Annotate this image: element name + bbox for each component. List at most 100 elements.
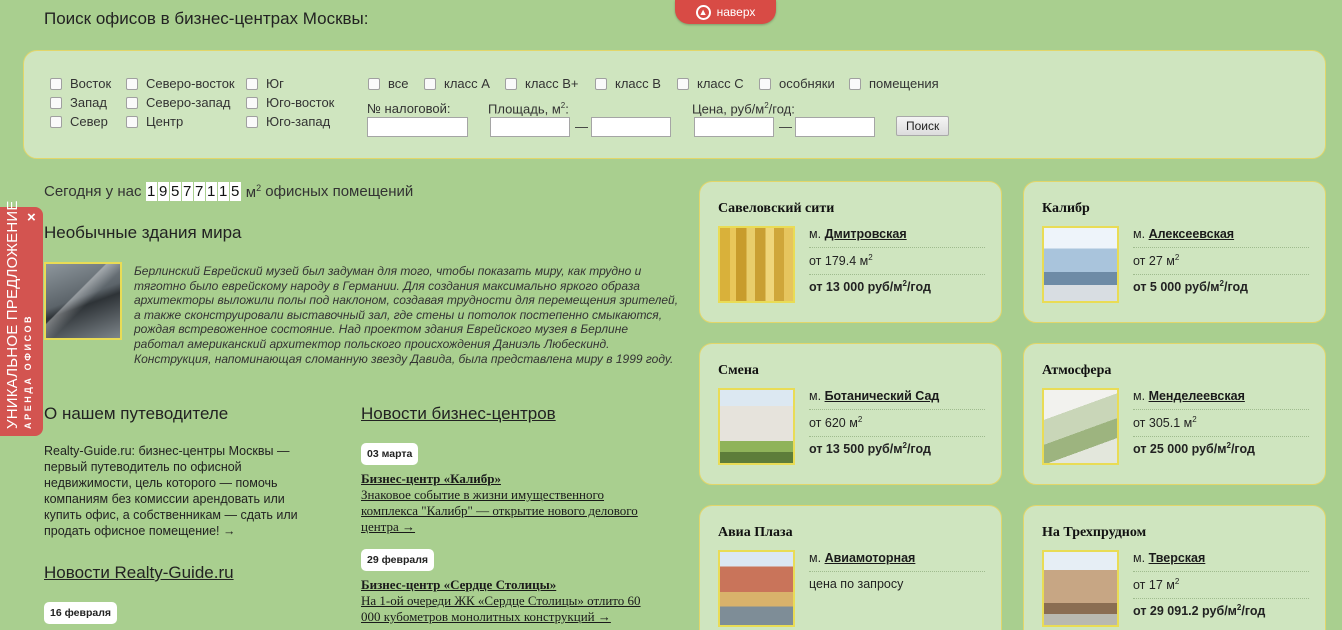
district-yugo-zapad-checkbox[interactable]: Юго-запад (246, 114, 330, 129)
office-area-row: от 620 м2 (809, 415, 985, 438)
office-photo[interactable] (1042, 388, 1119, 465)
office-area-row: от 305.1 м2 (1133, 415, 1309, 438)
checkbox-box[interactable] (126, 115, 138, 128)
class-b-checkbox[interactable]: класс В (595, 76, 661, 91)
office-photo[interactable] (1042, 550, 1119, 627)
class-bplus-checkbox[interactable]: класс В+ (505, 76, 579, 91)
checkbox-box[interactable] (246, 77, 258, 90)
checkbox-box[interactable] (246, 115, 258, 128)
price-label: Цена, руб/м2/год: (692, 101, 795, 117)
side-offer-subtitle: АРЕНДА ОФИСОВ (23, 313, 33, 429)
news-body-link[interactable]: Знаковое событие в жизни имущественного … (361, 487, 661, 535)
price-to-input[interactable] (795, 117, 875, 137)
checkbox-box[interactable] (677, 77, 689, 90)
mansions-checkbox[interactable]: особняки (759, 76, 835, 91)
class-a-checkbox[interactable]: класс А (424, 76, 490, 91)
unusual-buildings-heading: Необычные здания мира (44, 223, 242, 242)
office-card[interactable]: Савеловский сити м. Дмитровская от 179.4… (699, 181, 1002, 323)
office-price-row: от 13 000 руб/м2/год (809, 279, 931, 295)
checkbox-box[interactable] (50, 96, 62, 109)
metro-link[interactable]: Менделеевская (1149, 389, 1245, 403)
checkbox-box[interactable] (595, 77, 607, 90)
office-card[interactable]: Атмосфера м. Менделеевская от 305.1 м2 о… (1023, 343, 1326, 485)
class-c-checkbox[interactable]: класс С (677, 76, 744, 91)
news-body-link[interactable]: На 1-ой очереди ЖК «Сердце Столицы» отли… (361, 593, 661, 625)
office-name[interactable]: Смена (718, 363, 759, 379)
office-metro-row: м. Ботанический Сад (809, 389, 985, 410)
metro-link[interactable]: Алексеевская (1149, 227, 1235, 241)
district-sever-checkbox[interactable]: Север (50, 114, 108, 129)
area-from-input[interactable] (490, 117, 570, 137)
office-card[interactable]: Смена м. Ботанический Сад от 620 м2 от 1… (699, 343, 1002, 485)
office-price-row: от 29 091.2 руб/м2/год (1133, 603, 1266, 619)
news-title-link[interactable]: Бизнес-центр «Калибр» (361, 471, 501, 487)
office-photo[interactable] (1042, 226, 1119, 303)
checkbox-box[interactable] (50, 115, 62, 128)
news-title-link[interactable]: Бизнес-центр «Сердце Столицы» (361, 577, 556, 593)
search-panel: Восток Запад Север Северо-восток Северо-… (23, 50, 1326, 159)
checkbox-box[interactable] (759, 77, 771, 90)
metro-link[interactable]: Ботанический Сад (825, 389, 940, 403)
office-name[interactable]: Савеловский сити (718, 201, 834, 217)
scroll-top-button[interactable]: ▲ наверх (675, 0, 776, 24)
district-zapad-checkbox[interactable]: Запад (50, 95, 107, 110)
area-to-input[interactable] (591, 117, 671, 137)
checkbox-box[interactable] (50, 77, 62, 90)
tax-number-input[interactable] (367, 117, 468, 137)
office-name[interactable]: Авиа Плаза (718, 525, 793, 541)
area-label: Площадь, м2: (488, 101, 569, 117)
office-card[interactable]: На Трехпрудном м. Тверская от 17 м2 от 2… (1023, 505, 1326, 630)
digit-counter: 19577115 (145, 182, 241, 201)
about-text[interactable]: Realty-Guide.ru: бизнес-центры Москвы — … (44, 443, 319, 539)
metro-link[interactable]: Авиамоторная (825, 551, 916, 565)
checkbox-box[interactable] (246, 96, 258, 109)
office-metro-row: м. Тверская (1133, 551, 1309, 572)
office-card[interactable]: Авиа Плаза м. Авиамоторная цена по запро… (699, 505, 1002, 630)
checkbox-box[interactable] (849, 77, 861, 90)
premises-checkbox[interactable]: помещения (849, 76, 939, 91)
search-title: Поиск офисов в бизнес-центрах Москвы: (44, 9, 369, 28)
checkbox-box[interactable] (505, 77, 517, 90)
checkbox-box[interactable] (368, 77, 380, 90)
price-from-input[interactable] (694, 117, 774, 137)
arrow-up-icon: ▲ (695, 4, 711, 20)
office-card[interactable]: Калибр м. Алексеевская от 27 м2 от 5 000… (1023, 181, 1326, 323)
district-yug-checkbox[interactable]: Юг (246, 76, 284, 91)
office-name[interactable]: Калибр (1042, 201, 1090, 217)
site-news-date: 16 февраля (44, 602, 117, 624)
office-price-row: от 25 000 руб/м2/год (1133, 441, 1255, 457)
close-icon[interactable]: × (27, 209, 36, 226)
office-count-line: Сегодня у нас 19577115 м2 офисных помеще… (44, 182, 413, 201)
scroll-top-label: наверх (716, 5, 756, 19)
office-area-row: от 17 м2 (1133, 577, 1309, 600)
district-severo-zapad-checkbox[interactable]: Северо-запад (126, 95, 230, 110)
district-severo-vostok-checkbox[interactable]: Северо-восток (126, 76, 235, 91)
metro-link[interactable]: Дмитровская (825, 227, 907, 241)
office-name[interactable]: На Трехпрудном (1042, 525, 1146, 541)
district-centr-checkbox[interactable]: Центр (126, 114, 183, 129)
unique-offer-side-tab[interactable]: × УНИКАЛЬНОЕ ПРЕДЛОЖЕНИЕ АРЕНДА ОФИСОВ (0, 200, 43, 436)
stats-suffix: офисных помещений (265, 183, 414, 200)
office-photo[interactable] (718, 550, 795, 627)
office-name[interactable]: Атмосфера (1042, 363, 1111, 379)
tax-label: № налоговой: (367, 101, 451, 116)
class-all-checkbox[interactable]: все (368, 76, 409, 91)
office-photo[interactable] (718, 226, 795, 303)
office-photo[interactable] (718, 388, 795, 465)
site-news-heading[interactable]: Новости Realty-Guide.ru (44, 563, 234, 583)
district-vostok-checkbox[interactable]: Восток (50, 76, 111, 91)
metro-link[interactable]: Тверская (1149, 551, 1206, 565)
side-offer-title: УНИКАЛЬНОЕ ПРЕДЛОЖЕНИЕ (4, 200, 21, 429)
jewish-museum-image[interactable] (44, 262, 122, 340)
checkbox-box[interactable] (126, 77, 138, 90)
news-date: 29 февраля (361, 549, 434, 571)
office-price-on-request: цена по запросу (809, 577, 904, 591)
district-yugo-vostok-checkbox[interactable]: Юго-восток (246, 95, 334, 110)
checkbox-box[interactable] (424, 77, 436, 90)
checkbox-box[interactable] (126, 96, 138, 109)
office-price-row: от 5 000 руб/м2/год (1133, 279, 1248, 295)
search-button[interactable]: Поиск (896, 116, 950, 136)
bc-news-heading[interactable]: Новости бизнес-центров (361, 404, 556, 424)
news-date: 03 марта (361, 443, 419, 465)
office-metro-row: м. Авиамоторная (809, 551, 985, 572)
